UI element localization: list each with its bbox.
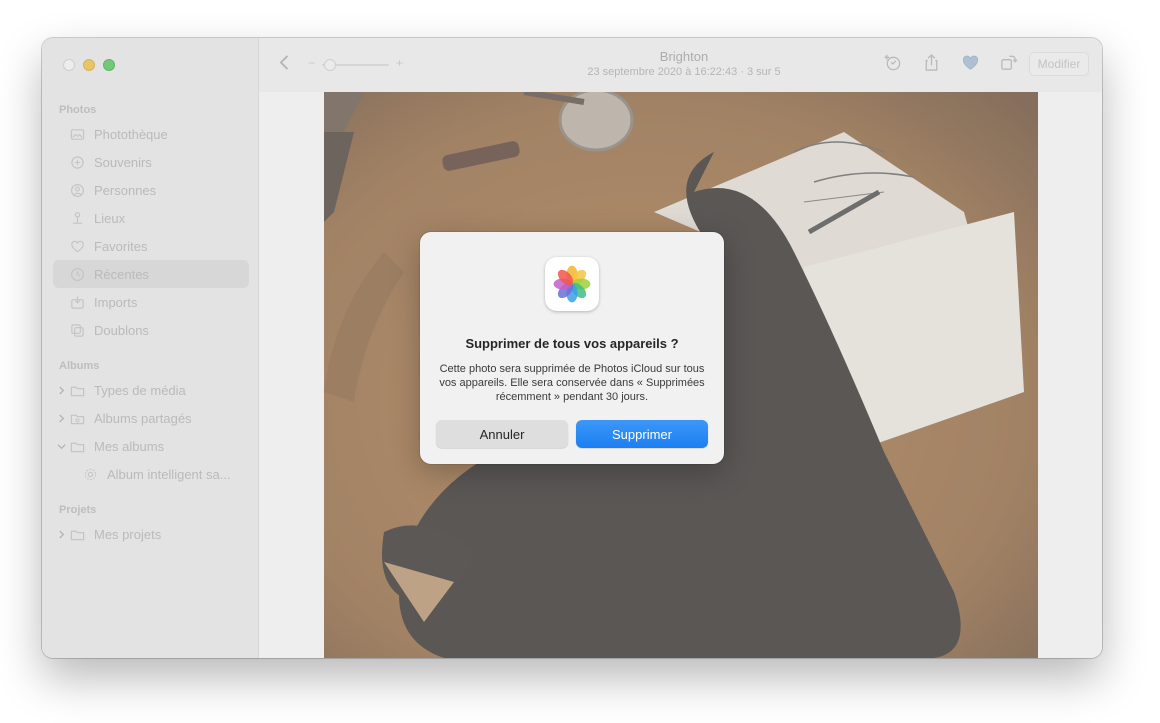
delete-button[interactable]: Supprimer (576, 420, 708, 448)
cancel-button[interactable]: Annuler (436, 420, 568, 448)
photos-app-icon (545, 257, 599, 311)
delete-confirmation-dialog: Supprimer de tous vos appareils ? Cette … (420, 232, 724, 464)
dialog-title: Supprimer de tous vos appareils ? (465, 336, 679, 351)
dialog-message: Cette photo sera supprimée de Photos iCl… (439, 363, 705, 403)
